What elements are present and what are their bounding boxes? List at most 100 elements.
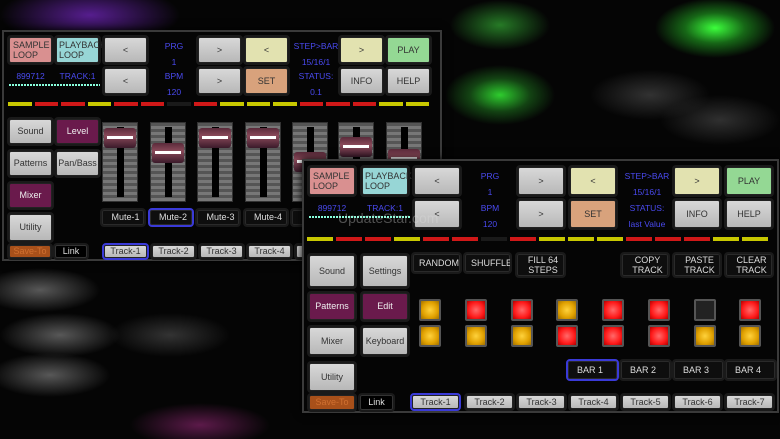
step-pad[interactable] [556, 325, 578, 347]
menu-utility[interactable]: Utility [307, 361, 357, 393]
step-label-text: STEP>BAR [293, 41, 339, 51]
volume-fader-3[interactable] [197, 122, 233, 202]
step-pad[interactable] [511, 325, 533, 347]
bar-1-button[interactable]: BAR 1 [566, 359, 619, 381]
track-tab-2[interactable]: Track-2 [464, 393, 515, 411]
help-button[interactable]: HELP [385, 66, 432, 96]
set-button[interactable]: SET [243, 66, 290, 96]
step-led [655, 237, 681, 241]
fader-knob[interactable] [340, 137, 372, 157]
menu-pan-bass[interactable]: Pan/Bass [54, 149, 101, 178]
menu-utility[interactable]: Utility [7, 212, 54, 243]
step-led [352, 102, 376, 106]
prev-button[interactable]: < [568, 165, 618, 197]
mute-button-2[interactable]: Mute-2 [147, 208, 194, 227]
track-tab-3[interactable]: Track-3 [198, 243, 245, 260]
shuffle-button[interactable]: SHUFFLE [463, 252, 512, 274]
step-pad[interactable] [465, 299, 487, 321]
prev-button[interactable]: < [412, 165, 462, 197]
track-tab-3[interactable]: Track-3 [516, 393, 567, 411]
prev-button[interactable]: < [243, 35, 290, 65]
prev-button[interactable]: < [102, 66, 149, 96]
bar-3-button[interactable]: BAR 3 [672, 359, 725, 381]
step-pad[interactable] [511, 299, 533, 321]
sample-loop-button[interactable]: SAMPLE LOOP [307, 165, 357, 197]
menu-mixer[interactable]: Mixer [7, 181, 54, 210]
save-to-button[interactable]: Save-To [7, 243, 53, 260]
step-pad[interactable] [739, 299, 761, 321]
track-tab-5[interactable]: Track-5 [620, 393, 671, 411]
step-pad[interactable] [465, 325, 487, 347]
fader-knob[interactable] [247, 128, 279, 148]
step-pad[interactable] [602, 325, 624, 347]
volume-fader-1[interactable] [102, 122, 138, 202]
menu-mixer[interactable]: Mixer [307, 325, 357, 357]
paste-track-button[interactable]: PASTE TRACK [672, 252, 722, 278]
step-pad[interactable] [556, 299, 578, 321]
mute-button-3[interactable]: Mute-3 [195, 208, 241, 227]
step-pad[interactable] [648, 299, 670, 321]
step-led [713, 237, 739, 241]
menu-patterns[interactable]: Patterns [307, 291, 357, 322]
track-tab-2[interactable]: Track-2 [150, 243, 197, 260]
track-tab-7[interactable]: Track-7 [724, 393, 775, 411]
set-button[interactable]: SET [568, 198, 618, 230]
waveform [9, 84, 100, 86]
sample-loop-button[interactable]: SAMPLE LOOP [7, 35, 54, 65]
track-tab-6[interactable]: Track-6 [672, 393, 723, 411]
volume-fader-2[interactable] [150, 122, 186, 202]
menu-patterns[interactable]: Patterns [7, 149, 54, 178]
info-button[interactable]: INFO [672, 198, 722, 230]
fader-knob[interactable] [199, 128, 231, 148]
next-button[interactable]: > [516, 165, 566, 197]
counter-text: 899712 [16, 71, 45, 81]
step-pad[interactable] [648, 325, 670, 347]
next-button[interactable]: > [196, 66, 243, 96]
step-pad[interactable] [419, 299, 441, 321]
status-label-text: STATUS: [298, 71, 334, 81]
link-button[interactable]: Link [53, 243, 89, 260]
track-tab-1[interactable]: Track-1 [410, 393, 461, 411]
bar-2-button[interactable]: BAR 2 [619, 359, 672, 381]
menu-edit[interactable]: Edit [360, 291, 410, 322]
track-text: TRACK:1 [59, 71, 96, 81]
step-pad[interactable] [694, 299, 716, 321]
play-button[interactable]: PLAY [724, 165, 774, 197]
step-led [684, 237, 710, 241]
step-pad[interactable] [739, 325, 761, 347]
save-to-button[interactable]: Save-To [307, 393, 357, 412]
info-button[interactable]: INFO [338, 66, 385, 96]
mute-button-4[interactable]: Mute-4 [242, 208, 289, 227]
playback-loop-button[interactable]: PLAYBACK LOOP [54, 35, 106, 65]
menu-level[interactable]: Level [54, 117, 101, 146]
fader-knob[interactable] [152, 143, 184, 163]
menu-settings[interactable]: Settings [360, 253, 410, 289]
track-tab-1[interactable]: Track-1 [102, 243, 149, 260]
playback-loop-button[interactable]: PLAYBACK LOOP [360, 165, 412, 197]
volume-fader-4[interactable] [245, 122, 281, 202]
track-tab-4[interactable]: Track-4 [246, 243, 293, 260]
menu-keyboard[interactable]: Keyboard [360, 325, 410, 357]
help-button[interactable]: HELP [724, 198, 774, 230]
prev-button[interactable]: < [102, 35, 149, 65]
menu-sound[interactable]: Sound [7, 117, 54, 146]
random-button[interactable]: RANDOM [411, 252, 462, 274]
fader-knob[interactable] [104, 128, 136, 148]
step-pad[interactable] [419, 325, 441, 347]
next-button[interactable]: > [196, 35, 243, 65]
fill-64-steps-button[interactable]: FILL 64 STEPS [515, 252, 566, 278]
step-led [394, 237, 420, 241]
play-button[interactable]: PLAY [385, 35, 432, 65]
clear-track-button[interactable]: CLEAR TRACK [724, 252, 774, 278]
next-button[interactable]: > [516, 198, 566, 230]
mute-button-1[interactable]: Mute-1 [100, 208, 146, 227]
bar-4-button[interactable]: BAR 4 [724, 359, 777, 381]
copy-track-button[interactable]: COPY TRACK [620, 252, 670, 278]
link-button[interactable]: Link [358, 393, 395, 412]
next-button[interactable]: > [338, 35, 385, 65]
next-button[interactable]: > [672, 165, 722, 197]
step-pad[interactable] [694, 325, 716, 347]
track-tab-4[interactable]: Track-4 [568, 393, 619, 411]
step-pad[interactable] [602, 299, 624, 321]
menu-sound[interactable]: Sound [307, 253, 357, 289]
